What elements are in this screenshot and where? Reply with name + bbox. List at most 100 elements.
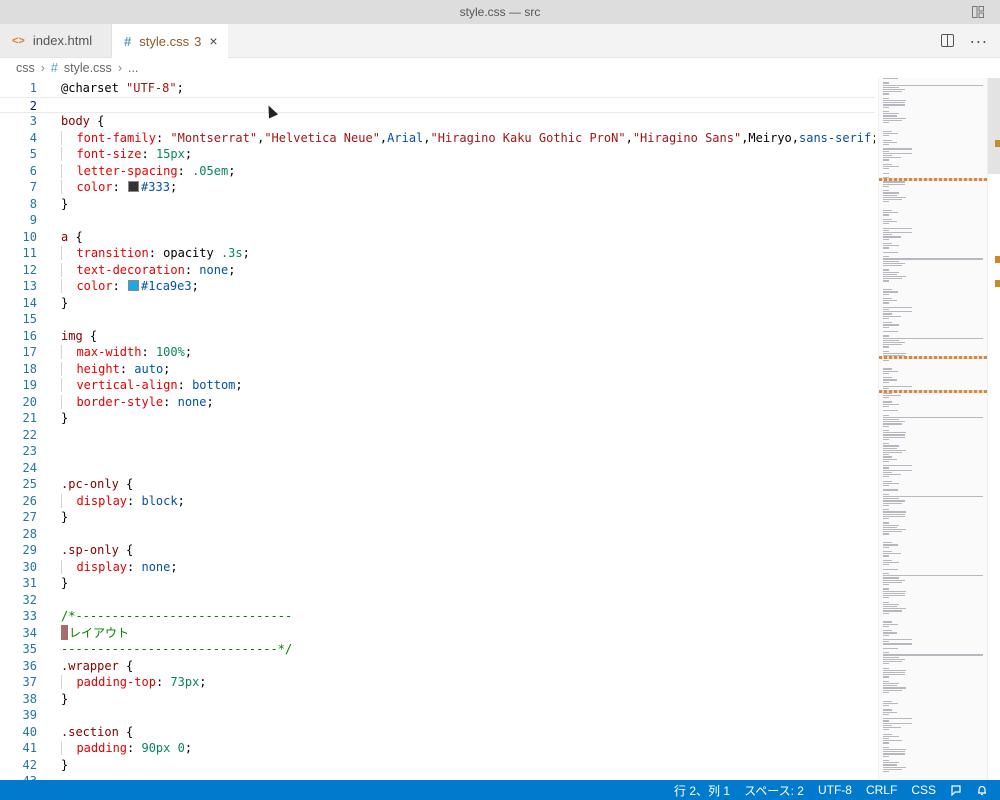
tab-index-html[interactable]: <> index.html [0,24,112,57]
code-text: } [61,410,68,427]
feedback-icon[interactable] [950,784,962,796]
line-number: 30 [22,559,37,574]
vertical-scrollbar[interactable] [987,78,1000,780]
breadcrumb-file[interactable]: style.css [64,61,112,75]
code-line[interactable]: 26 display: block; [0,493,875,510]
code-line[interactable]: 3 body { [0,113,875,130]
code-token: ; [184,741,193,755]
code-line[interactable]: 10 a { [0,229,875,246]
minimap-line [883,760,889,762]
line-number: 17 [22,345,37,359]
tab-style-css[interactable]: # style.css 3 × [112,24,228,58]
code-token: : opacity [148,246,221,260]
code-line[interactable]: 23 [0,443,875,460]
minimap-line [883,467,889,469]
tab-label: style.css [139,33,190,49]
code-token: none [199,262,229,277]
minimap-line [883,144,889,146]
code-line[interactable]: 41 padding: 90px 0; [0,740,875,757]
code-line[interactable]: 39 [0,707,875,724]
code-line[interactable]: 8} [0,196,875,213]
code-line[interactable]: 35 ------------------------------*/ [0,641,875,658]
code-line[interactable]: 4 font-family: "Montserrat", "Helvetica N… [0,130,875,147]
code-line[interactable]: 22 [0,427,875,444]
code-line[interactable]: 13 color: #1ca9e3; [0,278,875,295]
cursor-position[interactable]: 行 2、列 1 [674,782,730,799]
encoding-setting[interactable]: UTF-8 [818,783,852,797]
code-line[interactable]: 34 レイアウト [0,624,875,642]
code-line[interactable]: 9 [0,212,875,229]
minimap-line [883,546,889,548]
code-line[interactable]: 2 [0,96,875,113]
code-line[interactable]: 24 [0,460,875,477]
code-line[interactable]: 20 border-style: none; [0,394,875,411]
code-line[interactable]: 11 transition: opacity .3s; [0,245,875,262]
code-line[interactable]: 38} [0,691,875,708]
code-line[interactable]: 37 padding-top: 73px; [0,674,875,691]
minimap-line [883,106,889,108]
code-line[interactable]: 6 letter-spacing: .05em; [0,163,875,180]
minimap-line [883,493,889,495]
code-token: #333 [141,180,170,194]
code-line[interactable]: 5 font-size: 15px; [0,146,875,163]
indent-guide [61,163,77,178]
breadcrumb-folder[interactable]: css [16,61,35,75]
code-line[interactable]: 14} [0,295,875,312]
scrollbar-thumb[interactable] [988,78,1000,174]
minimap-line [883,309,889,311]
code-text: } [61,691,68,708]
code-line[interactable]: 17 max-width: 100%; [0,344,875,361]
color-swatch[interactable] [128,280,140,291]
customize-layout-icon[interactable] [972,6,984,18]
split-editor-icon[interactable] [940,34,954,47]
code-line[interactable]: 30 display: none; [0,559,875,576]
code-line[interactable]: 29 .sp-only { [0,542,875,559]
code-line[interactable]: 18 height: auto; [0,361,875,378]
code-token: Arial [387,130,424,145]
minimap-line [883,702,899,704]
eol-setting[interactable]: CRLF [866,783,897,797]
code-line[interactable]: 12 text-decoration: none; [0,262,875,279]
minimap-line [883,434,905,436]
minimap-line [883,368,892,370]
code-line[interactable]: 16 img { [0,328,875,345]
minimap-line [883,346,889,348]
indentation-setting[interactable]: スペース: 2 [744,782,804,799]
code-line[interactable]: 21} [0,410,875,427]
close-tab-icon[interactable]: × [209,33,217,49]
code-editor[interactable]: 1 @charset "UTF-8"; 2 3 body {4 font-family:… [0,78,875,780]
minimap[interactable] [878,78,989,780]
code-line[interactable]: 31} [0,575,875,592]
code-line[interactable]: 43 [0,773,875,780]
code-line[interactable]: 32 [0,592,875,609]
code-line[interactable]: 28 [0,526,875,543]
code-token: { [89,114,105,128]
code-line[interactable]: 27} [0,509,875,526]
minimap-line [883,414,889,416]
color-swatch[interactable] [128,181,140,192]
more-actions-icon[interactable]: ... [970,29,988,45]
code-text: transition: opacity .3s; [61,245,250,262]
minimap-line [883,372,889,374]
code-line[interactable]: 33 /*------------------------------ [0,608,875,625]
minimap-line [883,148,912,150]
minimap-line [883,531,902,533]
minimap-line [883,751,905,753]
code-line[interactable]: 36 .wrapper { [0,658,875,675]
code-line[interactable]: 42} [0,757,875,774]
code-line[interactable]: 19 vertical-align: bottom; [0,377,875,394]
minimap-line [883,639,912,641]
code-line[interactable]: 1 @charset "UTF-8"; [0,80,875,97]
code-line[interactable]: 40 .section { [0,724,875,741]
code-token: { [118,543,134,557]
language-mode[interactable]: CSS [911,783,936,797]
code-text: padding-top: 73px; [61,674,207,691]
code-token: { [68,229,83,244]
breadcrumb-symbols[interactable]: ... [128,61,138,75]
line-number: 18 [22,361,37,376]
code-text: font-family: "Montserrat", "Helvetica Neu… [61,130,875,147]
code-line[interactable]: 7 color: #333; [0,179,875,196]
code-line[interactable]: 25 .pc-only { [0,476,875,493]
code-line[interactable]: 15 [0,311,875,328]
bell-icon[interactable] [976,784,988,796]
